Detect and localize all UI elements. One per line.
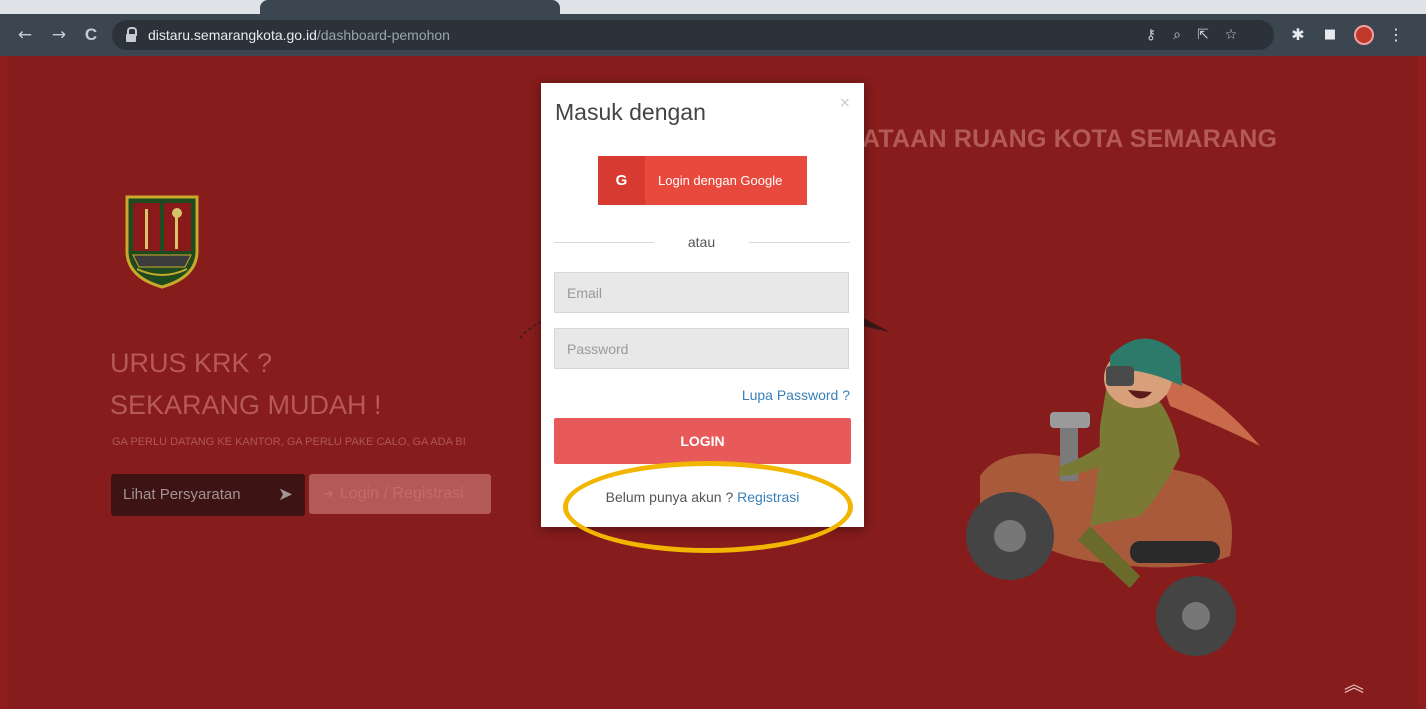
- lock-icon[interactable]: [126, 27, 137, 42]
- modal-title: Masuk dengan: [555, 99, 706, 125]
- no-account-text: Belum punya akun ?: [605, 489, 734, 505]
- divider-text: atau: [687, 234, 716, 250]
- menu-dots-icon[interactable]: ⋮: [1386, 25, 1406, 45]
- login-google-label: Login dengan Google: [658, 173, 783, 188]
- site-title: ATAAN RUANG KOTA SEMARANG: [862, 125, 1278, 153]
- register-prompt: Belum punya akun ? Registrasi: [541, 489, 864, 505]
- zoom-icon[interactable]: ⌕: [1168, 26, 1186, 44]
- forgot-password-link[interactable]: Lupa Password ?: [742, 387, 850, 403]
- sign-in-icon: ➜: [323, 487, 334, 502]
- url-host: distaru.semarangkota.go.id: [148, 27, 317, 43]
- scroll-to-top-icon[interactable]: ︽: [1342, 672, 1366, 696]
- sidepanel-icon[interactable]: ■: [1320, 25, 1340, 45]
- star-icon[interactable]: ☆: [1222, 26, 1240, 44]
- browser-toolbar: ← → C distaru.semarangkota.go.id/dashboa…: [0, 14, 1426, 56]
- login-register-button[interactable]: ➜ Login / Registrasi: [309, 474, 491, 514]
- back-arrow-icon[interactable]: ←: [14, 24, 36, 46]
- headline-line-2: SEKARANG MUDAH !: [110, 390, 382, 420]
- divider-right: [749, 242, 850, 243]
- view-requirements-label: Lihat Persyaratan: [123, 486, 241, 503]
- password-field[interactable]: [554, 328, 849, 369]
- key-icon[interactable]: ⚷: [1142, 26, 1160, 44]
- headline: URUS KRK ? SEKARANG MUDAH !: [110, 342, 382, 426]
- semarang-crest-logo: [125, 195, 199, 289]
- scooter-rider-illustration: [966, 338, 1260, 656]
- share-icon[interactable]: ⇱: [1194, 26, 1212, 44]
- url-path: /dashboard-pemohon: [316, 27, 450, 43]
- forward-arrow-icon[interactable]: →: [48, 24, 70, 46]
- close-icon[interactable]: ×: [839, 95, 851, 111]
- email-field[interactable]: [554, 272, 849, 313]
- login-submit-button[interactable]: LOGIN: [554, 418, 851, 464]
- profile-avatar[interactable]: [1354, 25, 1374, 45]
- register-link[interactable]: Registrasi: [737, 489, 799, 505]
- divider-left: [554, 242, 654, 243]
- login-google-button[interactable]: G Login dengan Google: [598, 156, 807, 205]
- paper-plane-icon: ➤: [277, 484, 293, 505]
- active-tab[interactable]: [260, 0, 560, 14]
- browser-chrome: ← → C distaru.semarangkota.go.id/dashboa…: [0, 0, 1426, 56]
- google-icon: G: [598, 156, 645, 205]
- tab-strip: [0, 0, 1426, 14]
- url-text[interactable]: distaru.semarangkota.go.id/dashboard-pem…: [148, 27, 450, 43]
- login-register-label: Login / Registrasi: [339, 485, 464, 502]
- extensions-icon[interactable]: ✱: [1288, 25, 1308, 45]
- login-modal: Masuk dengan × G Login dengan Google ata…: [541, 83, 864, 527]
- reload-icon[interactable]: C: [80, 24, 102, 46]
- view-requirements-button[interactable]: Lihat Persyaratan ➤: [111, 474, 305, 516]
- address-bar[interactable]: distaru.semarangkota.go.id/dashboard-pem…: [112, 20, 1274, 50]
- headline-line-1: URUS KRK ?: [110, 348, 273, 378]
- tagline: GA PERLU DATANG KE KANTOR, GA PERLU PAKE…: [112, 436, 466, 448]
